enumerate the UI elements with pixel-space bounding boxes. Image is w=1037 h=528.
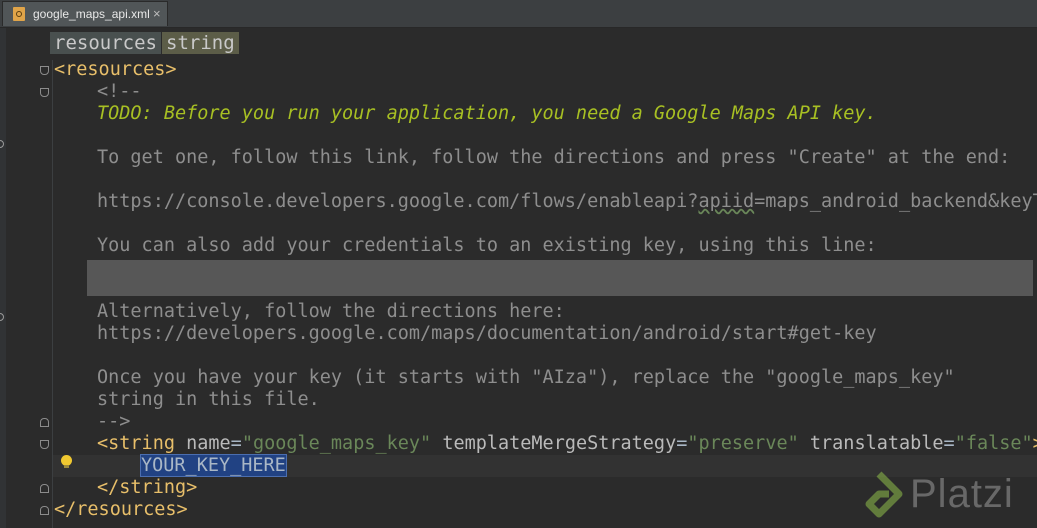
xml-attribute-value: "preserve" [687, 433, 799, 454]
xml-tag: > [1033, 433, 1037, 454]
code-line: Once you have your key (it starts with "… [97, 367, 955, 388]
tab-google-maps-api-xml[interactable]: google_maps_api.xml × [2, 1, 168, 26]
url-prefix: https://console.developers.google.com/fl… [97, 191, 699, 212]
fold-marker-icon[interactable] [40, 506, 49, 515]
xml-attribute-value: "false" [954, 433, 1033, 454]
xml-attribute-value: "google_maps_key" [241, 433, 432, 454]
url-suffix: =maps_android_backend&keyTy [754, 191, 1037, 212]
code-line: string in this file. [97, 389, 320, 410]
tab-label: google_maps_api.xml [33, 7, 150, 21]
intention-bulb-icon[interactable] [61, 455, 72, 468]
platzi-logo-icon [865, 471, 903, 518]
breadcrumb-string[interactable]: string [162, 32, 239, 54]
xml-tag: <string [97, 433, 175, 454]
code-line: To get one, follow this link, follow the… [97, 147, 1011, 168]
fold-marker-icon[interactable] [40, 66, 49, 75]
close-icon[interactable]: × [153, 6, 161, 21]
xml-attribute: templateMergeStrategy [442, 433, 677, 454]
code-line: <!-- [97, 81, 142, 102]
code-line: https://developers.google.com/maps/docum… [97, 323, 877, 344]
selected-text[interactable]: YOUR_KEY_HERE [140, 454, 287, 477]
todo-comment: TODO: Before you run your application, y… [97, 103, 877, 124]
code-line: </resources> [54, 499, 188, 521]
tool-window-strip [0, 28, 6, 528]
edge-marker [0, 140, 4, 148]
breadcrumb: resources string [0, 28, 1037, 58]
platzi-watermark: Platzi [855, 470, 1035, 525]
xml-attribute: name [186, 433, 231, 454]
editor-tab-bar: google_maps_api.xml × [0, 0, 1037, 28]
fold-marker-icon[interactable] [40, 418, 49, 427]
code-line: <string name="google_maps_key" templateM… [97, 433, 1037, 455]
xml-tag: <resources> [54, 59, 177, 80]
fold-marker-icon[interactable] [40, 88, 49, 97]
code-line: YOUR_KEY_HERE [140, 454, 287, 477]
code-line: --> [97, 411, 131, 432]
platzi-wordmark: Platzi [910, 472, 1014, 516]
xml-tag: </string> [97, 477, 198, 498]
redacted-line-highlight [87, 260, 1033, 296]
fold-marker-icon[interactable] [40, 484, 49, 493]
edge-marker [0, 313, 4, 321]
spelling-squiggle: apiid [698, 191, 755, 212]
code-line: https://console.developers.google.com/fl… [97, 191, 1037, 213]
fold-marker-icon[interactable] [40, 440, 49, 449]
breadcrumb-resources[interactable]: resources [50, 32, 161, 54]
xml-tag: </resources> [54, 499, 188, 520]
code-line: You can also add your credentials to an … [97, 235, 877, 256]
code-line: <resources> [54, 59, 177, 81]
xml-attribute: translatable [809, 433, 944, 454]
code-line: </string> [97, 477, 197, 499]
xml-file-icon [13, 7, 25, 21]
code-line: Alternatively, follow the directions her… [97, 301, 565, 322]
